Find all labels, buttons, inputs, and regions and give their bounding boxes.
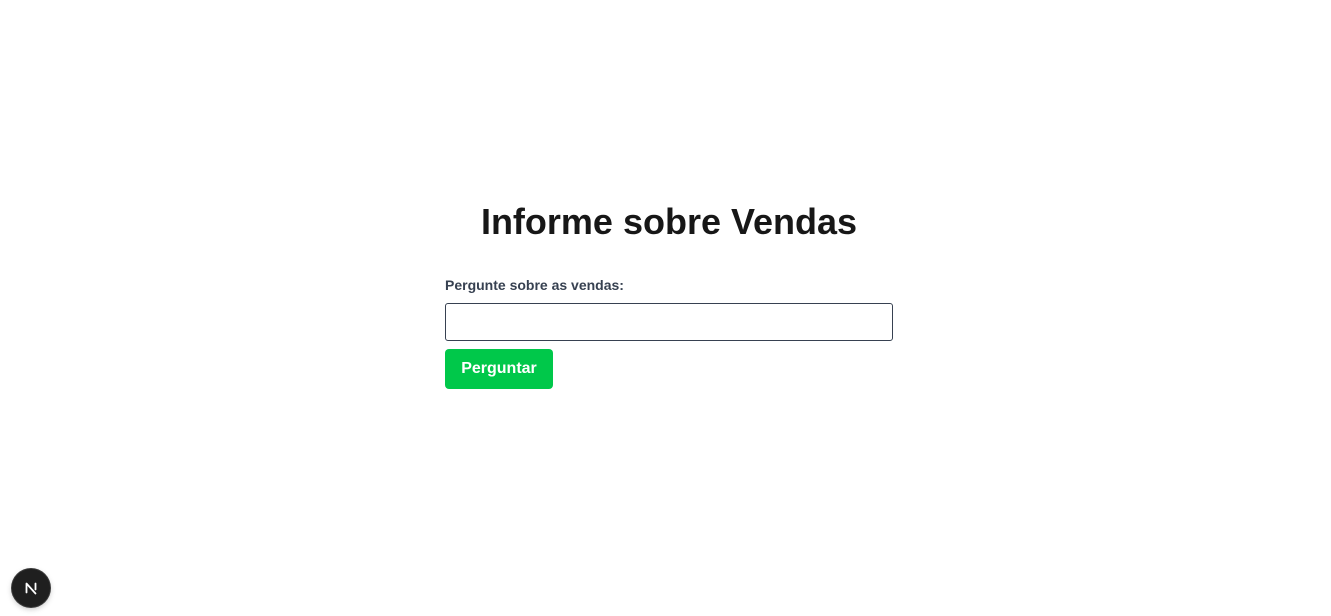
nextjs-dev-indicator-button[interactable] [12, 569, 50, 607]
question-form: Pergunte sobre as vendas: Perguntar [445, 276, 893, 389]
page: Informe sobre Vendas Pergunte sobre as v… [0, 0, 1331, 616]
page-title: Informe sobre Vendas [480, 201, 858, 242]
question-label: Pergunte sobre as vendas: [445, 277, 624, 293]
ask-button[interactable]: Perguntar [445, 349, 553, 389]
nextjs-logo-icon [25, 582, 37, 595]
question-input[interactable] [445, 303, 893, 341]
